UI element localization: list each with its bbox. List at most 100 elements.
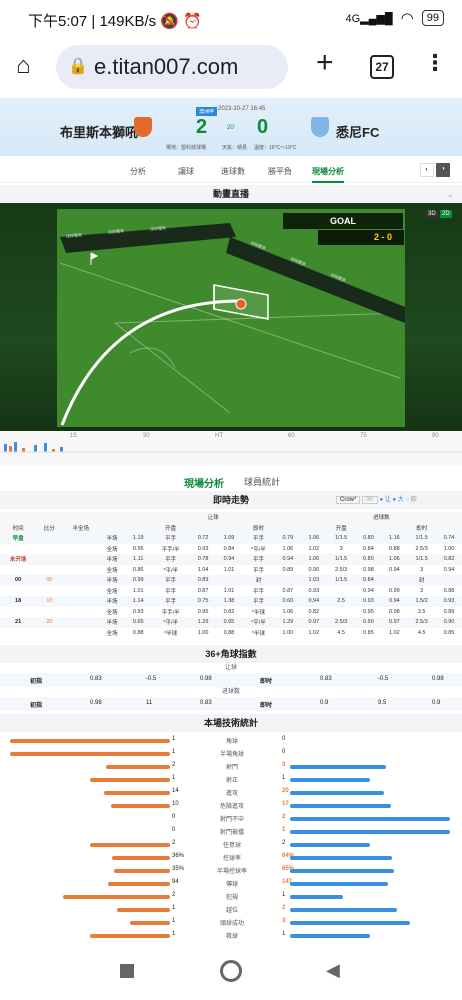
legend-europe[interactable]: ○ 欧 [405, 497, 416, 503]
odds-cell [327, 607, 356, 618]
tab-goals[interactable]: 進球數 [221, 166, 245, 177]
back-button[interactable]: ◀ [326, 960, 340, 981]
live-title: 動畫直播 ⌄ [0, 185, 462, 203]
view-2d-button[interactable]: 2D [440, 210, 452, 218]
odds-cell: 0.94 [389, 566, 400, 573]
minute-select[interactable]: 36' [362, 496, 378, 504]
away-stat-bar [290, 895, 344, 899]
odds-cell [36, 586, 62, 597]
odds-cell [63, 533, 99, 544]
odds-cell: 1.29 [197, 619, 209, 626]
legend-overunder[interactable]: ● 大 [393, 497, 404, 503]
odds-cell: 平手 [165, 588, 177, 595]
home-stat-value: 10 [172, 801, 179, 807]
theme-dark-button[interactable]: ◑ [436, 163, 450, 177]
odds-cell: 0.88 [389, 545, 400, 552]
odds-cell: 1.06 [308, 556, 320, 563]
away-stat-bar [290, 908, 397, 912]
odds-cell: 平手 [252, 567, 264, 574]
new-tab-icon[interactable]: + [316, 46, 334, 80]
odds-row: 全场 0.86 *平/半 1.04 1.01 平手 0.89 0.90 2.5/3 0.98 0.9… [0, 564, 462, 576]
tab-live-analysis[interactable]: 現場分析 [312, 166, 344, 183]
match-venue: 場地：盟科技球場 [166, 145, 207, 151]
home-stat-bar [90, 778, 170, 782]
odds-cell: 3.5 [417, 608, 426, 615]
corner-row: 初指 0.98 11 0.83 即时 0.9 9.5 0.9 [0, 697, 462, 711]
odds-cell: 封 [418, 578, 425, 585]
odds-cell: 全场 [106, 630, 118, 637]
company-select[interactable]: Crow* [336, 496, 361, 504]
odds-cell: 2.5/3 [335, 619, 348, 626]
odds-cell: 0.82 [308, 608, 320, 615]
odds-cell [63, 628, 99, 639]
odds-cell [0, 565, 36, 576]
tab-count-button[interactable]: 27 [370, 55, 394, 79]
home-stat-value: 1 [172, 931, 176, 937]
odds-cell: 0.88 [223, 629, 235, 636]
home-stat-value: 2 [172, 892, 176, 898]
odds-cell: 2.5 [337, 598, 345, 605]
home-team: 布里斯本獅吼 [60, 125, 139, 140]
odds-cell: 0.82 [443, 556, 455, 563]
away-stat-bar [290, 934, 370, 938]
tab-handicap[interactable]: 讓球 [178, 166, 194, 177]
recent-apps-button[interactable] [120, 964, 134, 978]
legend-handicap[interactable]: ● 让 [380, 497, 391, 503]
collapse-icon[interactable]: ⌄ [446, 185, 454, 203]
tab-player-stats[interactable]: 球員統計 [244, 475, 280, 488]
timeline-tick: 15 [70, 433, 77, 439]
url-field[interactable]: 🔒 e.titan007.com [56, 45, 288, 89]
home-stat-bar [106, 765, 170, 769]
home-stat-bar [110, 804, 170, 808]
odds-cell: 0.93 [443, 598, 455, 605]
stat-row: 1 救球 1 [0, 929, 462, 943]
col-live: 即时 [252, 525, 264, 532]
odds-cell [36, 565, 62, 576]
stat-row: 35% 半場控球率 65% [0, 864, 462, 878]
away-stat-value: 3 [282, 762, 286, 768]
odds-cell: 0.99 [389, 587, 400, 594]
odds-cell: 平手 [165, 536, 177, 543]
away-stat-bar [290, 765, 386, 769]
odds-cell: 0.75 [197, 598, 209, 605]
odds-cell: 1.01 [223, 566, 235, 573]
odds-cell: 0.90 [443, 619, 455, 626]
odds-cell: 00 [15, 577, 22, 584]
tab-1x2[interactable]: 勝平負 [268, 166, 292, 177]
group-head-goals: 进球数 [373, 515, 390, 522]
menu-icon[interactable]: ⋮ [424, 50, 446, 76]
view-3d-button[interactable]: 3D [426, 210, 438, 218]
theme-light-button[interactable]: ◐ [420, 163, 434, 177]
home-icon[interactable]: ⌂ [16, 52, 31, 80]
away-stat-bar [290, 817, 450, 821]
odds-cell: 半场 [106, 599, 118, 606]
away-stat-value: 2 [282, 840, 286, 846]
odds-cell: 0.95 [132, 545, 144, 552]
odds-cell: 全场 [106, 588, 118, 595]
away-stat-value: 1 [282, 827, 286, 833]
timeline-bars [4, 442, 63, 452]
odds-cell [63, 575, 99, 586]
odds-cell: 半场 [106, 557, 118, 564]
odds-cell: 1.04 [197, 566, 209, 573]
home-stat-value: 1 [172, 736, 176, 742]
odds-cell: 平手 [165, 599, 177, 606]
odds-cell: 2.5/3 [415, 619, 428, 626]
home-button[interactable] [220, 960, 242, 982]
odds-cell [36, 533, 62, 544]
tab-analysis[interactable]: 分析 [130, 166, 146, 177]
odds-cell: 0.89 [443, 608, 455, 615]
home-stat-bar [10, 739, 170, 743]
match-datetime: 2023-10-27 16:45 [218, 106, 266, 112]
odds-cell: 1.5/2 [415, 598, 428, 605]
home-stat-value: 2 [172, 840, 176, 846]
odds-cell: 1.03 [308, 577, 320, 584]
odds-cell: 0.88 [132, 629, 144, 636]
away-stat-value: 20 [282, 788, 289, 794]
match-temperature: 溫度：16°C～19°C [254, 145, 297, 151]
odds-row: 00 00 半场 0.99 平手 0.89 封 1.03 1/1.5 0.84 封 [0, 575, 462, 586]
odds-cell [327, 586, 356, 597]
stat-label: 射門不中 [219, 817, 244, 823]
stat-row: 1 半場角球 0 [0, 747, 462, 761]
home-stat-bar [104, 791, 170, 795]
